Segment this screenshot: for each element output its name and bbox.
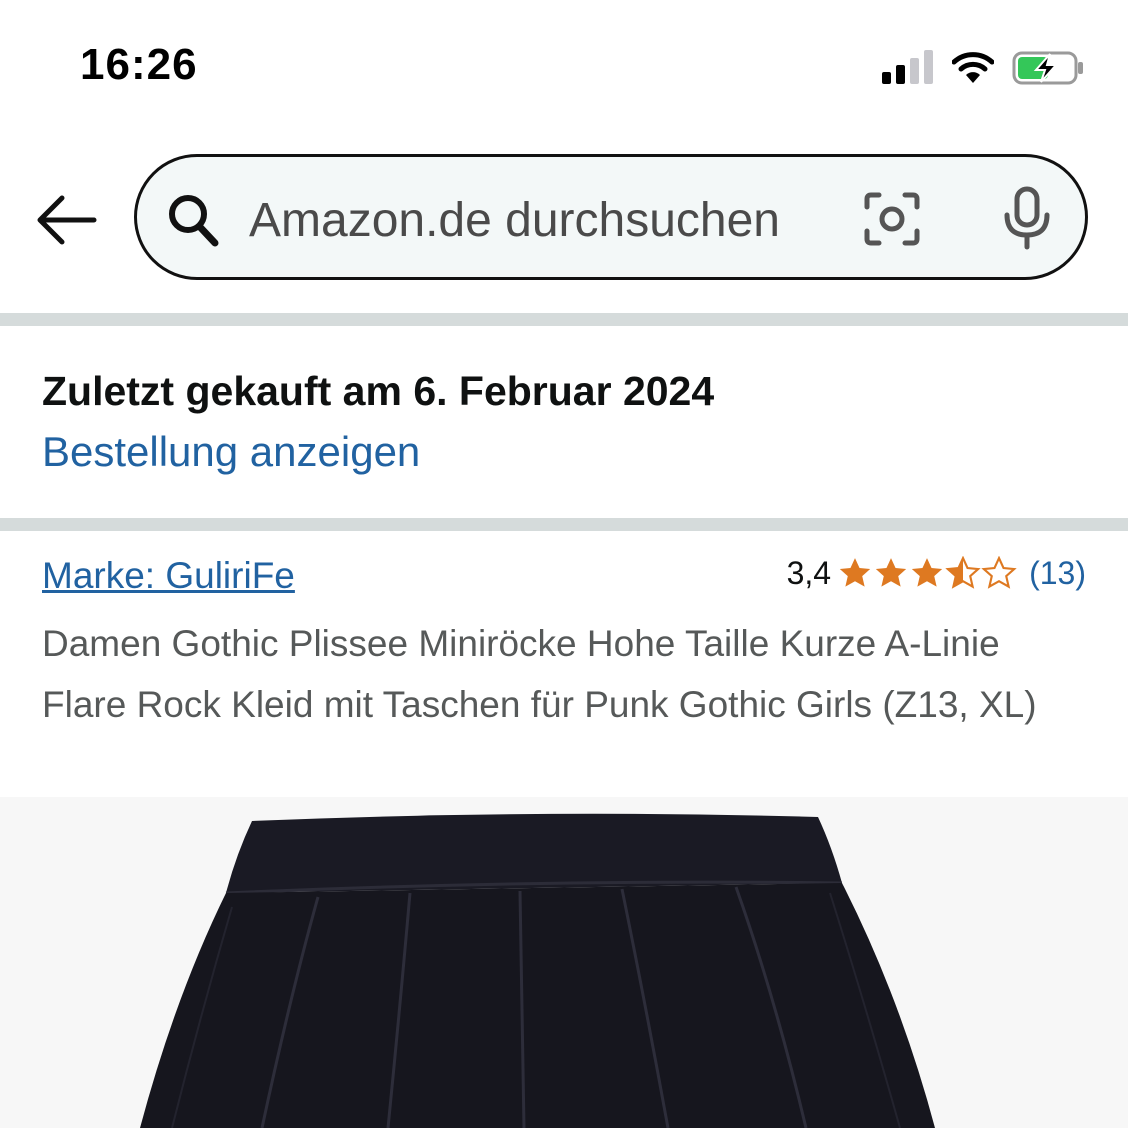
brand-link[interactable]: Marke: GuliriFe (42, 555, 295, 597)
product-page: 16:26 Amazon.de durchsuchen Zuletzt geka… (0, 0, 1128, 1128)
review-count[interactable]: (13) (1029, 555, 1086, 592)
status-time: 16:26 (80, 40, 198, 89)
view-order-link[interactable]: Bestellung anzeigen (42, 428, 420, 476)
star-rating (837, 556, 1017, 590)
search-placeholder: Amazon.de durchsuchen (249, 194, 780, 247)
product-image[interactable] (0, 797, 1128, 1128)
star-full-icon (839, 558, 871, 587)
microphone-icon[interactable] (999, 185, 1055, 251)
wifi-icon (951, 50, 995, 86)
section-divider (0, 518, 1128, 531)
product-title: Damen Gothic Plissee Miniröcke Hohe Tail… (42, 623, 1037, 725)
status-bar: 16:26 (0, 0, 1128, 130)
battery-charging-icon (1012, 50, 1084, 86)
search-input[interactable]: Amazon.de durchsuchen (134, 154, 1088, 280)
search-header: Amazon.de durchsuchen (0, 130, 1128, 313)
product-info: Marke: GuliriFe 3,4 (13) Damen Gothic Pl… (0, 531, 1128, 797)
rating-row[interactable]: 3,4 (13) (787, 553, 1086, 593)
star-full-icon (875, 558, 907, 587)
star-half-icon (945, 556, 981, 589)
star-empty-icon (981, 556, 1017, 589)
cellular-signal-icon (882, 50, 934, 86)
search-icon (167, 193, 219, 247)
last-purchased-section: Zuletzt gekauft am 6. Februar 2024 Beste… (0, 326, 1128, 518)
star-full-icon (911, 558, 943, 587)
back-arrow-icon[interactable] (34, 192, 98, 248)
rating-value: 3,4 (786, 554, 832, 591)
section-divider (0, 313, 1128, 326)
camera-icon[interactable] (863, 191, 921, 247)
pleated-skirt-image (140, 813, 935, 1128)
last-purchased-title: Zuletzt gekauft am 6. Februar 2024 (42, 368, 715, 414)
